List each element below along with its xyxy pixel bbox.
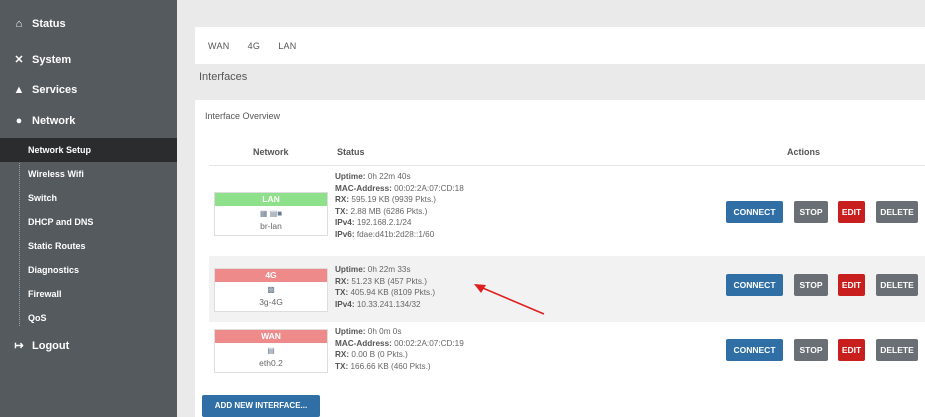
status-value: 166.66 KB (460 Pkts.) <box>348 361 431 371</box>
status-key: IPv6: <box>335 229 355 239</box>
header-network: Network <box>253 147 289 157</box>
status-value: 51.23 KB (457 Pkts.) <box>349 276 427 286</box>
status-key: TX: <box>335 361 349 371</box>
sidebar-subitem-qos[interactable]: QoS <box>0 306 177 330</box>
network-device: 3g-4G <box>259 297 283 307</box>
status-value: 10.33.241.134/32 <box>354 299 421 309</box>
stop-button[interactable]: STOP <box>794 274 828 296</box>
sidebar-item-label: System <box>32 53 72 66</box>
status-info: Uptime: 0h 22m 33s RX: 51.23 KB (457 Pkt… <box>335 264 435 310</box>
section-title: Interfaces <box>199 71 248 83</box>
status-key: RX: <box>335 276 350 286</box>
sidebar-subitem-firewall[interactable]: Firewall <box>0 282 177 306</box>
header-actions: Actions <box>787 147 821 157</box>
status-key: IPv4: <box>335 299 355 309</box>
status-value: fdae:d41b:2d28::1/60 <box>354 229 435 239</box>
header-status: Status <box>337 147 365 157</box>
tab-lan[interactable]: LAN <box>278 41 296 51</box>
status-value: 192.168.2.1/24 <box>354 218 412 227</box>
add-new-interface-button[interactable]: ADD NEW INTERFACE... <box>202 395 320 417</box>
bridge-icon: ▦ ▤■ <box>259 209 283 218</box>
status-key: TX: <box>335 288 349 297</box>
network-icon: ● <box>15 115 23 127</box>
sidebar-item-network[interactable]: ● Network <box>0 115 76 127</box>
services-icon: ▲ <box>13 84 25 96</box>
table-row: WAN ▤ eth0.2 Uptime: 0h 0m 0s MAC-Addres… <box>209 322 925 388</box>
sidebar-item-logout[interactable]: ↦ Logout <box>0 339 70 353</box>
network-name-badge: WAN <box>215 330 327 343</box>
main-content: WAN 4G LAN Interfaces Interface Overview… <box>177 0 925 417</box>
status-value: 405.94 KB (8109 Pkts.) <box>348 288 436 297</box>
panel-title: Interface Overview <box>205 111 281 121</box>
network-submenu: Network Setup Wireless Wifi Switch DHCP … <box>0 138 177 330</box>
status-value: 0.00 B (0 Pkts.) <box>349 350 408 359</box>
status-key: IPv4: <box>335 218 355 227</box>
network-device: eth0.2 <box>259 358 283 368</box>
network-name-badge: LAN <box>215 193 327 206</box>
status-key: Uptime: <box>335 172 366 181</box>
status-value: 00:02:2A:07:CD:18 <box>391 183 464 193</box>
logout-label: Logout <box>32 339 70 352</box>
table-header: Network Status Actions <box>209 139 925 166</box>
sidebar-item-system[interactable]: ✕ System <box>0 53 72 67</box>
table-row: LAN ▦ ▤■ br-lan Uptime: 0h 22m 40s MAC-A… <box>209 165 925 256</box>
sidebar-subitem-dhcp-dns[interactable]: DHCP and DNS <box>0 210 177 234</box>
network-cell: 4G ▩ 3g-4G <box>214 268 328 312</box>
network-cell: LAN ▦ ▤■ br-lan <box>214 192 328 236</box>
sidebar-item-services[interactable]: ▲ Services <box>0 84 78 96</box>
status-info: Uptime: 0h 0m 0s MAC-Address: 00:02:2A:0… <box>335 326 464 372</box>
sidebar-subitem-network-setup[interactable]: Network Setup <box>0 138 177 162</box>
status-key: RX: <box>335 195 350 204</box>
network-name-badge: 4G <box>215 269 327 282</box>
sidebar-item-label: Services <box>32 84 78 96</box>
edit-button[interactable]: EDIT <box>838 274 865 296</box>
stop-button[interactable]: STOP <box>794 201 828 223</box>
sidebar: ⌂ Status ✕ System ▲ Services ● Network N… <box>0 0 177 417</box>
status-value: 595.19 KB (9939 Pkts.) <box>349 195 437 204</box>
status-info: Uptime: 0h 22m 40s MAC-Address: 00:02:2A… <box>335 171 464 240</box>
status-key: Uptime: <box>335 327 366 336</box>
status-value: 0h 22m 33s <box>365 265 411 274</box>
network-device: br-lan <box>260 221 282 231</box>
interface-table: Network Status Actions LAN ▦ ▤■ br-lan U… <box>209 139 925 373</box>
sidebar-subitem-static-routes[interactable]: Static Routes <box>0 234 177 258</box>
home-icon: ⌂ <box>15 18 23 30</box>
interface-tabs: WAN 4G LAN <box>195 27 925 64</box>
table-row: 4G ▩ 3g-4G Uptime: 0h 22m 33s RX: 51.23 … <box>209 256 925 322</box>
status-value: 2.88 MB (6286 Pkts.) <box>348 206 428 216</box>
interface-overview-panel: Interface Overview Network Status Action… <box>195 100 925 417</box>
edit-button[interactable]: EDIT <box>838 339 865 361</box>
edit-button[interactable]: EDIT <box>838 201 865 223</box>
connect-button[interactable]: CONNECT <box>726 201 783 223</box>
connect-button[interactable]: CONNECT <box>726 274 783 296</box>
sidebar-subitem-diagnostics[interactable]: Diagnostics <box>0 258 177 282</box>
tab-wan[interactable]: WAN <box>208 41 230 51</box>
ethernet-icon: ▤ <box>267 346 275 355</box>
stop-button[interactable]: STOP <box>794 339 828 361</box>
sidebar-subitem-wireless-wifi[interactable]: Wireless Wifi <box>0 162 177 186</box>
annotation-arrow-icon <box>474 284 545 315</box>
sidebar-item-label: Network <box>32 115 76 127</box>
status-key: RX: <box>335 350 350 359</box>
status-value: 00:02:2A:07:CD:19 <box>391 338 464 348</box>
delete-button[interactable]: DELETE <box>876 201 918 223</box>
status-key: MAC-Address: <box>335 183 392 193</box>
tab-4g[interactable]: 4G <box>248 41 261 51</box>
connect-button[interactable]: CONNECT <box>726 339 783 361</box>
delete-button[interactable]: DELETE <box>876 339 918 361</box>
delete-button[interactable]: DELETE <box>876 274 918 296</box>
status-value: 0h 22m 40s <box>365 172 411 181</box>
sidebar-item-status[interactable]: ⌂ Status <box>0 18 66 30</box>
status-key: TX: <box>335 206 349 216</box>
sidebar-item-label: Status <box>32 18 66 30</box>
status-value: 0h 0m 0s <box>365 327 402 336</box>
sidebar-subitem-switch[interactable]: Switch <box>0 186 177 210</box>
network-cell: WAN ▤ eth0.2 <box>214 329 328 373</box>
status-key: Uptime: <box>335 265 366 274</box>
tools-icon: ✕ <box>14 54 24 66</box>
logout-icon: ↦ <box>14 340 24 352</box>
status-key: MAC-Address: <box>335 338 392 348</box>
modem-icon: ▩ <box>267 285 275 294</box>
